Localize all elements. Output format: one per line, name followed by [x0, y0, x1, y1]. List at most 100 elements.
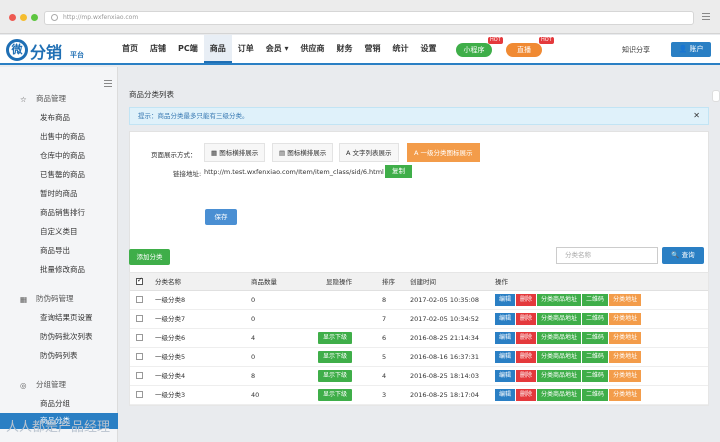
miniapp-button[interactable]: 小程序: [456, 43, 492, 57]
row-checkbox[interactable]: [136, 334, 143, 341]
nav-item-marketing[interactable]: 营销: [359, 35, 387, 63]
delete-button[interactable]: 删除: [516, 294, 537, 306]
mode-first-level-icon[interactable]: A 一级分类图标展示: [407, 143, 480, 162]
save-button[interactable]: 保存: [205, 209, 237, 225]
sidebar-item-export[interactable]: 商品导出: [40, 245, 70, 256]
edit-button[interactable]: 编辑: [495, 313, 516, 325]
sidebar-group-anticounterfeit[interactable]: ▦ 防伪码管理: [20, 293, 74, 304]
table-row: 一级分类8 0 8 2017-02-05 10:35:08 编辑 删除 分类商品地址 二维码分…: [130, 291, 708, 310]
nav-item-store[interactable]: 店铺: [144, 35, 172, 63]
edit-button[interactable]: 编辑: [495, 332, 516, 344]
sidebar-item-publish[interactable]: 发布商品: [40, 112, 70, 123]
delete-button[interactable]: 删除: [516, 389, 537, 401]
username[interactable]: 知识分享: [622, 45, 650, 55]
copy-button[interactable]: 复制: [385, 165, 412, 178]
qrcode-button[interactable]: 二维码: [582, 313, 609, 325]
nav-item-members[interactable]: 会员 ▾: [260, 35, 295, 63]
live-button[interactable]: 直播: [506, 43, 542, 57]
category-products-link-button[interactable]: 分类商品地址: [537, 313, 582, 325]
nav-item-suppliers[interactable]: 供应商: [295, 35, 331, 63]
category-products-link-button[interactable]: 分类商品地址: [537, 370, 582, 382]
sidebar-item-on-sale[interactable]: 出售中的商品: [40, 131, 85, 142]
scroll-handle[interactable]: [712, 90, 720, 102]
category-search-input[interactable]: 分类名称: [556, 247, 658, 264]
sidebar-item-batch-edit[interactable]: 批量修改商品: [40, 264, 85, 275]
browser-chrome: http://mp.wxfenxiao.com: [0, 0, 720, 34]
sidebar-item-batch-list[interactable]: 防伪码批次列表: [40, 331, 93, 342]
sidebar-item-warehouse[interactable]: 仓库中的商品: [40, 150, 85, 161]
mode-text-list[interactable]: A 文字列表展示: [339, 143, 399, 162]
sidebar-item-temporary[interactable]: 暂时的商品: [40, 188, 78, 199]
show-children-button[interactable]: 显示下级: [318, 332, 353, 344]
product-count: 0: [251, 315, 256, 323]
sidebar-item-sold-out[interactable]: 已售罄的商品: [40, 169, 85, 180]
category-link-button[interactable]: 分类地址: [609, 294, 642, 306]
edit-button[interactable]: 编辑: [495, 370, 516, 382]
row-checkbox[interactable]: [136, 372, 143, 379]
qrcode-button[interactable]: 二维码: [582, 332, 609, 344]
delete-button[interactable]: 删除: [516, 332, 537, 344]
mode-icon-grid[interactable]: ▦ 图标横排展示: [204, 143, 266, 162]
sidebar-group-grouping[interactable]: ◎ 分组管理: [20, 379, 66, 390]
show-children-button[interactable]: 显示下级: [318, 389, 353, 401]
sidebar-item-custom-category[interactable]: 自定义类目: [40, 226, 78, 237]
sidebar-group-products[interactable]: ☆ 商品管理: [20, 93, 66, 104]
search-button[interactable]: 🔍 查询: [662, 247, 704, 264]
maximize-window-icon[interactable]: [31, 14, 38, 21]
main-nav: 首页 店铺 PC端 商品 订单 会员 ▾ 供应商 财务 营销 统计 设置: [116, 35, 443, 63]
nav-item-orders[interactable]: 订单: [232, 35, 260, 63]
nav-item-home[interactable]: 首页: [116, 35, 144, 63]
category-products-link-button[interactable]: 分类商品地址: [537, 332, 582, 344]
logo[interactable]: 微 分销 平台: [6, 39, 96, 62]
nav-item-pc[interactable]: PC端: [172, 35, 204, 63]
table-row: 一级分类7 0 7 2017-02-05 10:34:52 编辑 删除 分类商品地址 二维码分…: [130, 310, 708, 329]
address-bar[interactable]: http://mp.wxfenxiao.com: [44, 11, 694, 25]
show-children-button[interactable]: 显示下级: [318, 351, 353, 363]
sidebar-item-product-group[interactable]: 商品分组: [40, 398, 70, 409]
collapse-sidebar-icon[interactable]: [104, 80, 112, 89]
add-category-button[interactable]: 添加分类: [129, 249, 170, 265]
category-products-link-button[interactable]: 分类商品地址: [537, 389, 582, 401]
row-checkbox[interactable]: [136, 391, 143, 398]
grid-icon: ▦: [211, 149, 220, 157]
category-products-link-button[interactable]: 分类商品地址: [537, 294, 582, 306]
sidebar-item-sales-rank[interactable]: 商品销售排行: [40, 207, 85, 218]
nav-item-settings[interactable]: 设置: [415, 35, 443, 63]
row-actions: 编辑 删除 分类商品地址 二维码 分类地址: [495, 351, 642, 363]
category-link-button[interactable]: 分类地址: [609, 313, 642, 325]
show-children-button[interactable]: 显示下级: [318, 370, 353, 382]
qrcode-button[interactable]: 二维码: [582, 389, 609, 401]
delete-button[interactable]: 删除: [516, 370, 537, 382]
browser-menu-icon[interactable]: [702, 13, 710, 22]
sidebar-item-code-list[interactable]: 防伪码列表: [40, 350, 78, 361]
delete-button[interactable]: 删除: [516, 351, 537, 363]
row-checkbox[interactable]: [136, 353, 143, 360]
qrcode-button[interactable]: 二维码: [582, 351, 609, 363]
category-link-button[interactable]: 分类地址: [609, 332, 642, 344]
sort-value: 8: [382, 296, 387, 304]
category-link-button[interactable]: 分类地址: [609, 351, 642, 363]
mode-icon-row[interactable]: ▤ 图标横排展示: [272, 143, 334, 162]
close-icon[interactable]: ✕: [693, 108, 700, 124]
category-products-link-button[interactable]: 分类商品地址: [537, 351, 582, 363]
sidebar-item-query-settings[interactable]: 查询结果页设置: [40, 312, 93, 323]
edit-button[interactable]: 编辑: [495, 389, 516, 401]
nav-item-products[interactable]: 商品: [203, 35, 232, 63]
account-button[interactable]: 👤 账户: [671, 42, 711, 57]
table-row: 一级分类4 8 显示下级 4 2016-08-25 18:14:03 编辑 删除 分类商品地址…: [130, 367, 708, 386]
row-checkbox[interactable]: [136, 296, 143, 303]
qrcode-button[interactable]: 二维码: [582, 370, 609, 382]
close-window-icon[interactable]: [9, 14, 16, 21]
select-all-checkbox[interactable]: [136, 276, 143, 285]
delete-button[interactable]: 删除: [516, 313, 537, 325]
nav-item-stats[interactable]: 统计: [387, 35, 415, 63]
minimize-window-icon[interactable]: [20, 14, 27, 21]
edit-button[interactable]: 编辑: [495, 351, 516, 363]
category-link-button[interactable]: 分类地址: [609, 370, 642, 382]
row-checkbox[interactable]: [136, 315, 143, 322]
category-link-button[interactable]: 分类地址: [609, 389, 642, 401]
qrcode-button[interactable]: 二维码: [582, 294, 609, 306]
hot-badge: HOT: [539, 37, 554, 44]
nav-item-finance[interactable]: 财务: [331, 35, 359, 63]
edit-button[interactable]: 编辑: [495, 294, 516, 306]
